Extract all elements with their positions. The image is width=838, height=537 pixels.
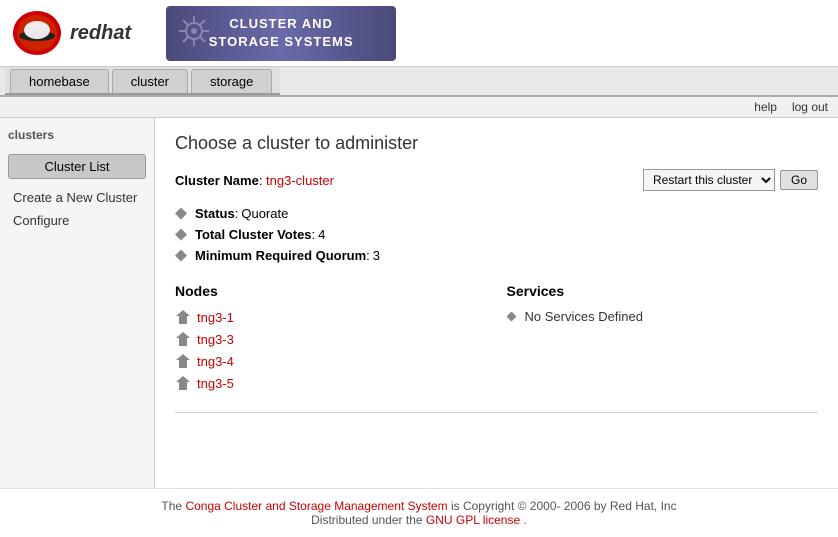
help-link[interactable]: help [754,100,777,114]
status-row: Status: Quorate [175,206,818,221]
services-column: Services No Services Defined [507,283,819,397]
nav-tab-homebase[interactable]: homebase [10,69,109,93]
navbar: homebase cluster storage [0,67,838,97]
nodes-title: Nodes [175,283,487,299]
restart-area: Restart this clusterStop this clusterSta… [643,169,818,191]
restart-select[interactable]: Restart this clusterStop this clusterSta… [643,169,775,191]
cluster-name-value: tng3-cluster [266,173,334,188]
node-link-tng3-1[interactable]: tng3-1 [197,310,234,325]
redhat-logo-icon [10,8,65,58]
banner-area: CLUSTER AND STORAGE SYSTEMS [166,6,396,61]
quorum-row: Minimum Required Quorum: 3 [175,248,818,263]
cluster-bar: Cluster Name: tng3-cluster Restart this … [175,169,818,191]
logout-link[interactable]: log out [792,100,828,114]
node-row: tng3-4 [175,353,487,369]
gear-decoration-icon [174,11,214,51]
node-icon-tng3-1 [175,309,191,325]
node-link-tng3-4[interactable]: tng3-4 [197,354,234,369]
no-services-text: No Services Defined [525,309,644,324]
votes-row: Total Cluster Votes: 4 [175,227,818,242]
gpl-link[interactable]: GNU GPL license [426,513,520,527]
cluster-name-label: Cluster Name [175,173,259,188]
node-icon-tng3-3 [175,331,191,347]
sidebar-title: clusters [8,128,146,146]
footer: The Conga Cluster and Storage Management… [0,488,838,537]
status-bullet-icon [175,208,187,220]
quorum-label: Minimum Required Quorum [195,248,366,263]
header: redhat CLUSTER AND STORAGE SYSTEMS [0,0,838,67]
redhat-brand-text: redhat [70,22,131,45]
quorum-value: 3 [373,248,380,263]
content-divider [175,412,818,413]
quorum-bullet-icon [175,250,187,262]
configure-link[interactable]: Configure [8,210,146,231]
votes-label: Total Cluster Votes [195,227,312,242]
no-services-row: No Services Defined [507,309,819,324]
node-icon-tng3-4 [175,353,191,369]
votes-value: 4 [318,227,325,242]
logo-area: redhat [0,8,146,58]
service-bullet-icon [507,312,517,322]
node-row: tng3-3 [175,331,487,347]
node-icon-tng3-5 [175,375,191,391]
node-row: tng3-5 [175,375,487,391]
conga-link[interactable]: Conga Cluster and Storage Management Sys… [185,499,447,513]
votes-bullet-icon [175,229,187,241]
nav-tab-cluster[interactable]: cluster [112,69,188,93]
nav-tab-storage[interactable]: storage [191,69,272,93]
sidebar: clusters Cluster List Create a New Clust… [0,118,155,488]
cluster-list-button[interactable]: Cluster List [8,154,146,179]
util-bar: help log out [0,97,838,118]
nodes-services-columns: Nodes tng3-1 tng3-3 tng3-4 tng3-5 [175,283,818,397]
status-label: Status [195,206,235,221]
main-layout: clusters Cluster List Create a New Clust… [0,118,838,488]
footer-line1: The Conga Cluster and Storage Management… [10,499,828,513]
content-area: Choose a cluster to administer Cluster N… [155,118,838,488]
node-link-tng3-3[interactable]: tng3-3 [197,332,234,347]
info-section: Status: Quorate Total Cluster Votes: 4 M… [175,206,818,263]
node-link-tng3-5[interactable]: tng3-5 [197,376,234,391]
services-title: Services [507,283,819,299]
page-title: Choose a cluster to administer [175,133,818,154]
banner-title: CLUSTER AND STORAGE SYSTEMS [209,15,354,51]
nodes-column: Nodes tng3-1 tng3-3 tng3-4 tng3-5 [175,283,487,397]
node-row: tng3-1 [175,309,487,325]
go-button[interactable]: Go [780,170,818,190]
footer-line2: Distributed under the GNU GPL license . [10,513,828,527]
status-value: Quorate [241,206,288,221]
create-cluster-link[interactable]: Create a New Cluster [8,187,146,208]
